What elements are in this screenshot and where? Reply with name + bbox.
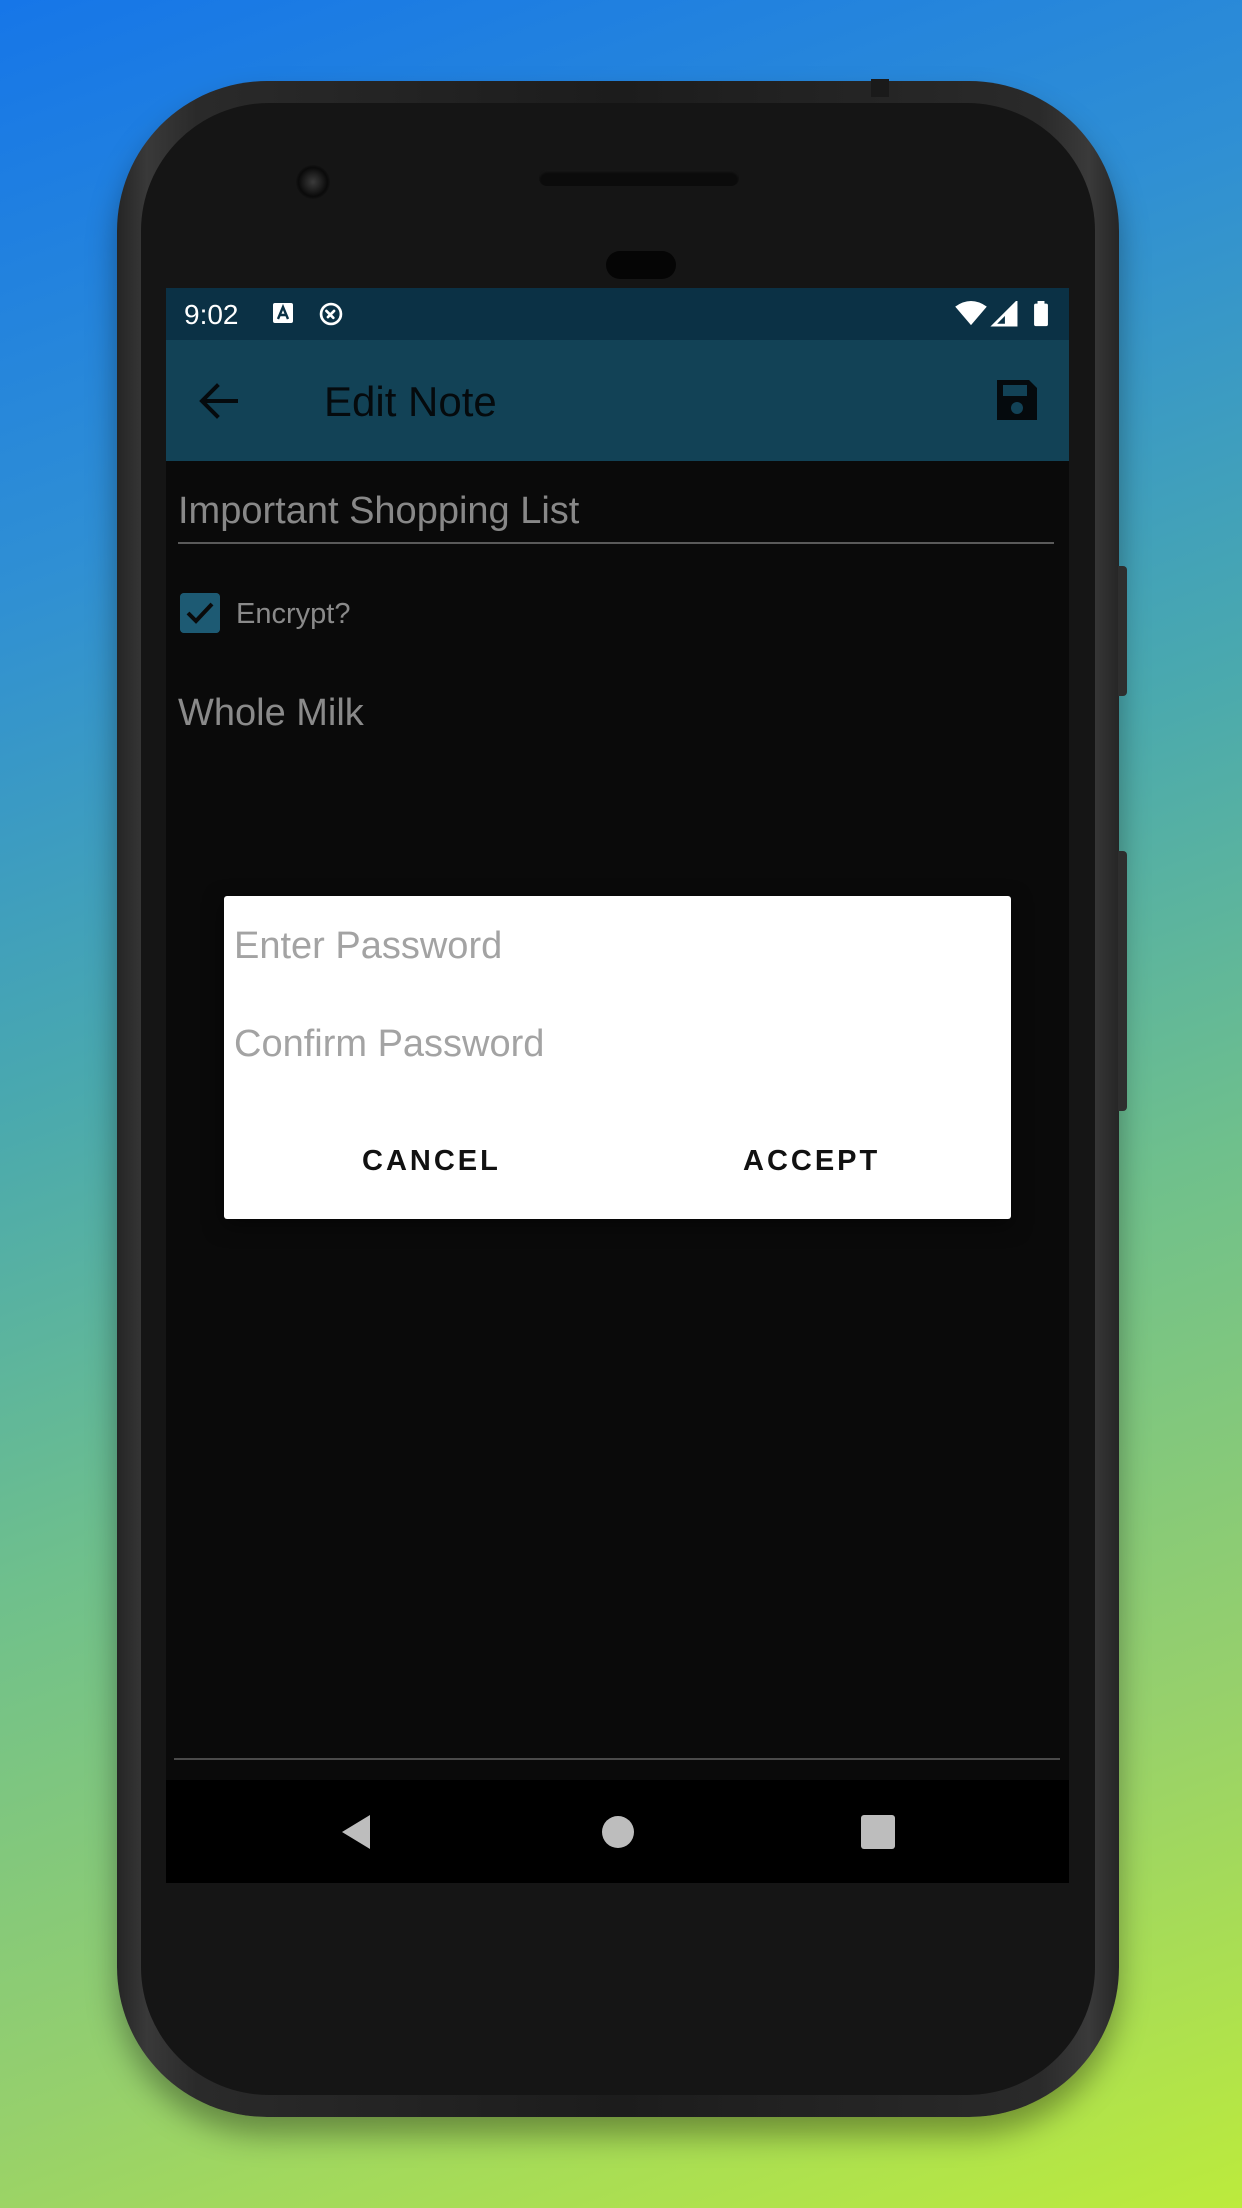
home-circle-icon[interactable] (596, 1810, 640, 1854)
battery-icon (1034, 301, 1048, 327)
volume-button (1118, 566, 1127, 696)
password-input[interactable] (234, 918, 994, 974)
wifi-icon (955, 301, 987, 326)
divider (174, 1758, 1060, 1760)
front-camera (296, 165, 330, 199)
encrypt-checkbox[interactable] (180, 593, 220, 633)
antenna-band (871, 79, 889, 97)
status-bar: 9:02 (166, 288, 1069, 340)
accept-button[interactable]: ACCEPT (731, 1136, 892, 1186)
keyboard-a-icon (273, 303, 293, 323)
back-triangle-icon[interactable] (336, 1810, 380, 1854)
encrypt-label: Encrypt? (236, 598, 351, 630)
app-bar: Edit Note (166, 340, 1069, 461)
sync-circle-icon (319, 302, 343, 326)
system-nav-bar (166, 1780, 1069, 1883)
recents-square-icon[interactable] (856, 1810, 900, 1854)
note-title-field[interactable]: Important Shopping List (178, 486, 1054, 544)
proximity-sensor (606, 251, 676, 279)
earpiece-speaker (539, 170, 739, 186)
cancel-button[interactable]: CANCEL (350, 1136, 513, 1186)
back-arrow-icon[interactable] (196, 378, 242, 424)
page-title: Edit Note (324, 378, 497, 425)
confirm-password-input[interactable] (234, 1016, 994, 1072)
save-floppy-icon[interactable] (993, 376, 1041, 424)
password-dialog: CANCEL ACCEPT (224, 896, 1011, 1219)
power-button (1118, 851, 1127, 1111)
cell-signal-icon (990, 301, 1018, 327)
note-body-field[interactable]: Whole Milk (178, 688, 1054, 738)
status-time: 9:02 (184, 299, 239, 330)
